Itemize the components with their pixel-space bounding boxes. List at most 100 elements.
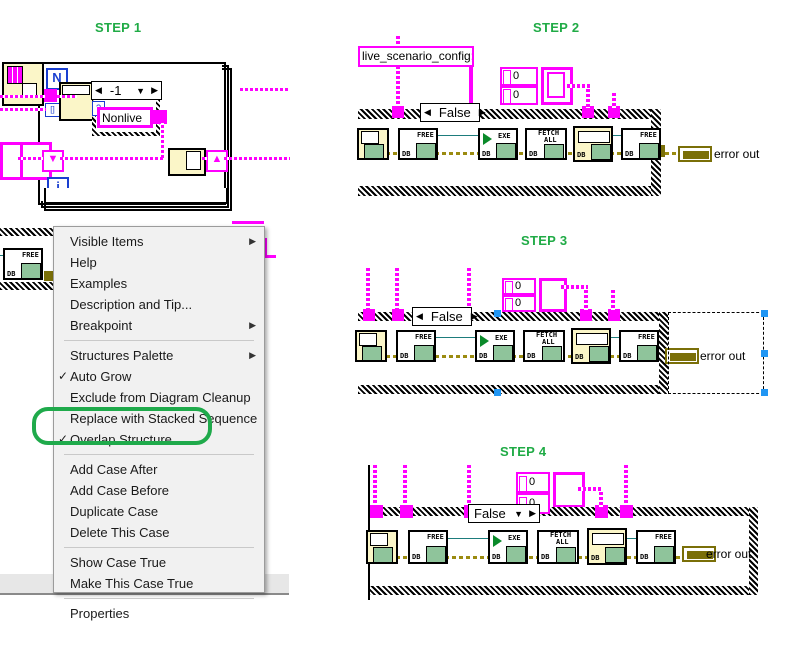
checkmark-icon: ✓: [57, 369, 69, 383]
menu-item-replace-with-stacked-sequence[interactable]: Replace with Stacked Sequence: [54, 408, 264, 429]
shift-register-up-icon[interactable]: ▲: [206, 150, 228, 172]
step3-case-next-arrow-icon[interactable]: ▶: [468, 311, 481, 322]
menu-item-add-case-after[interactable]: Add Case After: [54, 459, 264, 480]
step2-case-selector[interactable]: ◀ False ▶: [420, 103, 486, 122]
step4-numeric-1-spinner[interactable]: [519, 476, 527, 492]
step4-vi-db-open[interactable]: [366, 530, 398, 564]
menu-item-make-this-case-true[interactable]: Make This Case True: [54, 573, 264, 594]
inner-case-selector[interactable]: ◀ -1 ▼ ▶: [91, 81, 162, 100]
wire-step1-a: [0, 95, 46, 98]
step4-case-next-arrow-icon[interactable]: ▶: [526, 508, 539, 519]
step3-selection-handle-bl[interactable]: [494, 389, 501, 396]
step2-vi-db-free-2[interactable]: FREE DB: [621, 128, 661, 160]
step2-error-out-indicator[interactable]: [678, 146, 712, 162]
step2-numeric-1-spinner[interactable]: [503, 70, 511, 85]
wire-step1-e: [60, 157, 165, 160]
step2-vi-db-free-2-tag: FREE: [640, 131, 657, 139]
step3-selection-handle-tl[interactable]: [494, 310, 501, 317]
step3-wire-v1: [366, 268, 370, 310]
step-4-title: STEP 4: [500, 444, 547, 459]
menu-item-description-and-tip[interactable]: Description and Tip...: [54, 294, 264, 315]
step4-wire-v2: [403, 465, 407, 507]
step4-case-dropdown-arrow-icon[interactable]: ▼: [511, 509, 526, 519]
menu-item-overlap-structure[interactable]: ✓ Overlap Structure: [54, 429, 264, 450]
step3-selection-handle-tr[interactable]: [761, 310, 768, 317]
step3-wire-v5: [611, 290, 615, 310]
step3-vi-db-execute[interactable]: EXE DB: [475, 330, 515, 362]
step2-vi-db-execute[interactable]: EXE DB: [478, 128, 518, 160]
case-next-arrow-icon[interactable]: ▶: [148, 85, 161, 96]
menu-item-help[interactable]: Help: [54, 252, 264, 273]
step2-string-constant[interactable]: live_scenario_config;: [358, 46, 474, 67]
step3-vi-db-free-2[interactable]: FREE DB: [619, 330, 659, 362]
step2-vi-db-free[interactable]: FREE DB: [398, 128, 438, 160]
step2-wire-teal-2: [613, 135, 621, 136]
menu-item-delete-this-case[interactable]: Delete This Case: [54, 522, 264, 543]
step3-vi-db-insert[interactable]: DB: [571, 328, 611, 364]
step3-numeric-1[interactable]: 0: [502, 278, 536, 295]
bg-vi-db-free[interactable]: FREE DB: [3, 248, 43, 280]
step4-numeric-1[interactable]: 0: [516, 472, 550, 493]
step4-vi-db-fetch-all-db-tag: DB: [541, 553, 550, 561]
step3-case-prev-arrow-icon[interactable]: ◀: [413, 311, 426, 322]
step4-vi-db-free[interactable]: FREE DB: [408, 530, 448, 564]
step3-tunnel-3[interactable]: [580, 309, 592, 321]
menu-item-visible-items[interactable]: Visible Items ▶: [54, 231, 264, 252]
menu-item-show-case-true[interactable]: Show Case True: [54, 552, 264, 573]
step4-vi-db-fetch-all[interactable]: FETCH ALL DB: [537, 530, 579, 564]
context-menu[interactable]: Visible Items ▶ Help Examples Description an…: [53, 226, 265, 621]
step4-vi-db-insert[interactable]: DB: [587, 528, 627, 565]
step4-vi-db-fetch-all-tag: FETCH ALL: [550, 531, 572, 546]
menu-item-add-case-before[interactable]: Add Case Before: [54, 480, 264, 501]
shift-register-down-icon[interactable]: ▼: [42, 150, 64, 172]
step3-vi-db-fetch-all[interactable]: FETCH ALL DB: [523, 330, 565, 362]
menu-item-structures-palette[interactable]: Structures Palette ▶: [54, 345, 264, 366]
step3-case-selector[interactable]: ◀ False ▶: [412, 307, 478, 326]
step2-case-next-arrow-icon[interactable]: ▶: [476, 107, 489, 118]
step2-numeric-2-spinner[interactable]: [503, 89, 511, 104]
step4-case-top-border: [368, 507, 758, 516]
bg-wire-pink-top: [232, 221, 264, 224]
step2-vi-db-fetch-all[interactable]: FETCH ALL DB: [525, 128, 567, 160]
menu-item-exclude-from-diagram-cleanup[interactable]: Exclude from Diagram Cleanup: [54, 387, 264, 408]
step3-numeric-1-spinner[interactable]: [505, 281, 513, 294]
step2-string-control-inner: [547, 72, 565, 98]
case-prev-arrow-icon[interactable]: ◀: [92, 85, 105, 96]
step2-vi-db-execute-play-icon: [483, 133, 492, 145]
step2-vi-db-insert[interactable]: DB: [573, 126, 613, 162]
step4-vi-db-execute[interactable]: EXE DB: [488, 530, 528, 564]
step3-tunnel-2[interactable]: [392, 309, 404, 321]
step3-vi-db-open[interactable]: [355, 330, 387, 362]
step3-numeric-2-spinner[interactable]: [505, 298, 513, 311]
case-dropdown-arrow-icon[interactable]: ▼: [133, 86, 148, 96]
step3-tunnel-1[interactable]: [363, 309, 375, 321]
step4-case-selector[interactable]: False ▼ ▶: [468, 504, 540, 523]
step3-vi-db-fetch-all-cylinder-icon: [542, 346, 562, 361]
step3-vi-db-free[interactable]: FREE DB: [396, 330, 436, 362]
step2-numeric-2[interactable]: 0: [500, 86, 538, 105]
menu-item-examples[interactable]: Examples: [54, 273, 264, 294]
step2-numeric-1[interactable]: 0: [500, 67, 538, 86]
case-output-tunnel[interactable]: [153, 110, 167, 124]
nonlive-string-constant[interactable]: Nonlive: [97, 107, 153, 128]
menu-item-label: Overlap Structure: [70, 432, 172, 447]
step3-string-control[interactable]: [539, 278, 567, 312]
step3-selection-handle-mr[interactable]: [761, 350, 768, 357]
step4-vi-db-free-2[interactable]: FREE DB: [636, 530, 676, 564]
step2-case-prev-arrow-icon[interactable]: ◀: [421, 107, 434, 118]
menu-item-breakpoint[interactable]: Breakpoint ▶: [54, 315, 264, 336]
menu-item-label: Visible Items: [70, 234, 144, 249]
menu-item-label: Duplicate Case: [70, 504, 159, 519]
step4-vi-db-fetch-all-cylinder-icon: [556, 547, 576, 563]
step4-vi-db-insert-db-tag: DB: [591, 554, 600, 562]
step3-selection-handle-br[interactable]: [761, 389, 768, 396]
step3-tunnel-4[interactable]: [608, 309, 620, 321]
step2-wire-v2: [469, 62, 473, 108]
menu-item-properties[interactable]: Properties: [54, 603, 264, 624]
step2-vi-db-open[interactable]: [357, 128, 389, 160]
step4-wire-v1: [373, 465, 377, 507]
step3-numeric-2[interactable]: 0: [502, 295, 536, 312]
menu-item-duplicate-case[interactable]: Duplicate Case: [54, 501, 264, 522]
menu-item-auto-grow[interactable]: ✓ Auto Grow: [54, 366, 264, 387]
wire-step1-vert: [161, 120, 164, 158]
